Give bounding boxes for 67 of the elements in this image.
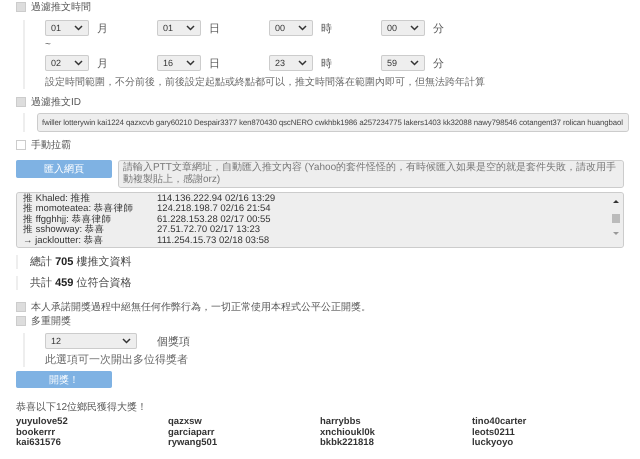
winner-name: garciaparr [168,428,216,438]
dropdown[interactable]: 59 [381,55,425,71]
unit-label: 時 [321,22,332,36]
stat-text: 總計 705 樓推文資料 [16,255,624,269]
checkbox-label: 本人承諾開獎過程中絕無任何作弊行為，一切正常使用本程式公平公正開獎。 [31,300,371,314]
range-separator: ~ [45,39,52,49]
winner-name: tino40carter [472,417,528,428]
checkbox[interactable] [16,316,26,326]
comments-textarea[interactable] [16,192,624,248]
checkbox-label: 多重開獎 [31,314,71,328]
checkbox[interactable] [16,140,26,150]
unit-label: 分 [433,22,444,36]
winner-name: qazxsw [168,417,203,428]
prize-count-dropdown[interactable]: 12 [45,333,137,349]
checkbox-label: 手動拉霸 [31,138,71,152]
comment-meta: 61.228.153.28 02/17 00:55 [157,214,271,225]
dropdown[interactable]: 00 [269,20,313,36]
hint-text: 此選項可一次開出多位得獎者 [45,353,189,367]
unit-label: 日 [209,56,220,70]
dropdown[interactable]: 01 [45,20,89,36]
checkbox[interactable] [16,97,26,107]
url-input-field[interactable]: 請輸入PTT文章網址，自動匯入推文內容 (Yahoo的套件怪怪的，有時候匯入如果是空的就是套件失敗，請改用手動複製貼上，感謝orz) [118,160,624,188]
congrats-text: 恭喜以下12位鄉民獲得大獎！ [16,400,148,414]
unit-label: 分 [433,56,444,70]
comment-text: 推 Khaled: 推推 [23,192,92,204]
comment-text: 推 sshowway: 恭喜 [23,223,105,236]
winner-name: kai631576 [16,438,62,448]
comment-meta: 114.136.222.94 02/16 13:29 [157,192,276,204]
dropdown[interactable]: 02 [45,55,89,71]
caret-icon [186,25,195,31]
comment-text: 推 momoteatea: 恭喜律師 [23,203,135,214]
unit-label: 個獎項 [157,334,190,348]
dropdown[interactable]: 16 [157,55,201,71]
winner-name: luckyoyo [472,438,514,448]
stat-text: 共計 459 位符合資格 [16,276,624,290]
caret-icon [410,25,419,31]
caret-icon [122,338,131,344]
checkbox[interactable] [16,302,26,312]
caret-icon [74,60,83,66]
caret-icon [410,60,419,66]
checkbox-label: 過濾推文ID [31,96,81,109]
winner-name: bookerrr [16,428,56,438]
winner-name: yuyulove52 [16,417,69,428]
unit-label: 月 [97,22,108,36]
winner-name: harrybbs [320,417,362,428]
caret-icon [186,60,195,66]
unit-label: 時 [321,56,332,70]
unit-label: 日 [209,22,220,36]
unit-label: 月 [97,56,108,70]
caret-icon [298,25,307,31]
hint-text: 設定時間範圍，不分前後，前後設定起點或終點都可以，推文時間落在範圍內即可，但無法跨年計算 [45,76,486,89]
dropdown[interactable]: 00 [381,20,425,36]
winner-name: xnchioukl0k [320,428,376,438]
checkbox[interactable] [16,2,26,12]
comment-meta: 111.254.15.73 02/18 03:58 [157,234,270,246]
comment-meta: 27.51.72.70 02/17 13:23 [157,224,260,236]
caret-icon [298,60,307,66]
winner-name: rywang501 [168,438,218,448]
dropdown[interactable]: 23 [269,55,313,71]
comment-text: 推 ffgghhjj: 恭喜律師 [23,212,112,225]
dropdown[interactable]: 01 [157,20,201,36]
checkbox-label: 過濾推文時間 [31,0,91,14]
winner-name: leots0211 [472,428,516,438]
comment-text: → jackloutter: 恭喜 [23,234,105,247]
winner-name: bkbk221818 [320,438,375,448]
caret-icon [74,25,83,31]
comment-meta: 124.218.198.7 02/16 21:54 [157,203,271,214]
